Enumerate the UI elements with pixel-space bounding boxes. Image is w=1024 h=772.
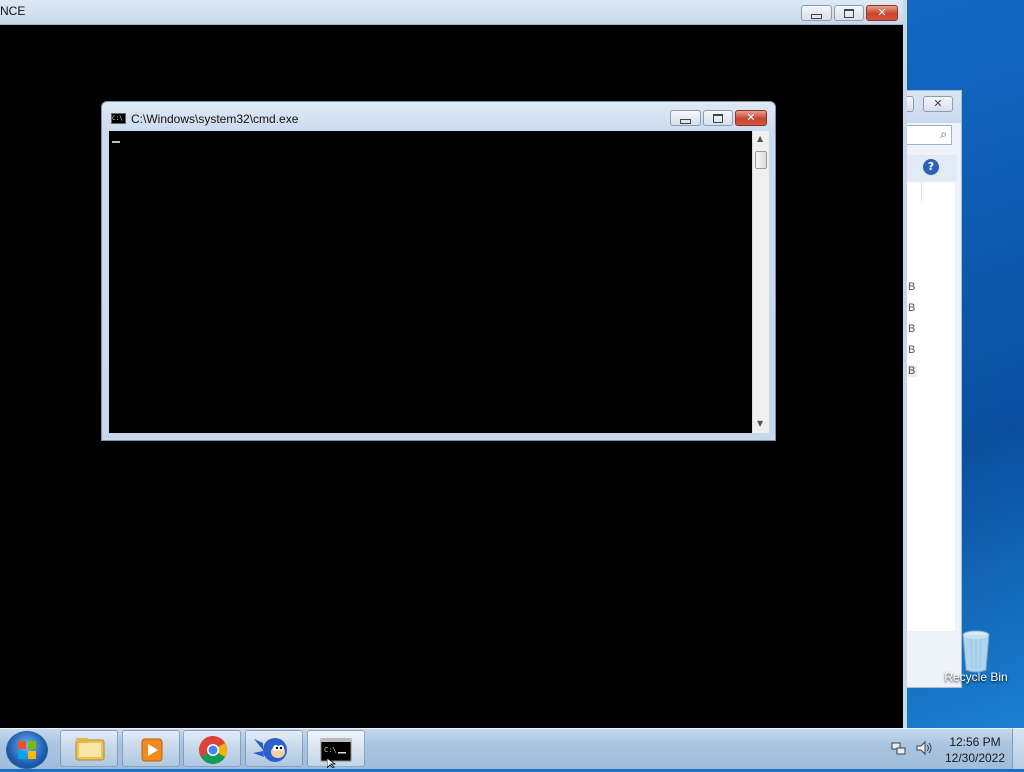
sonic-icon — [253, 733, 287, 762]
text-cursor — [112, 141, 120, 143]
scroll-down-icon[interactable]: ▼ — [757, 419, 763, 428]
help-icon[interactable]: ? — [923, 159, 939, 175]
scroll-up-icon[interactable]: ▲ — [757, 134, 763, 143]
explorer-toolbar: ? — [907, 155, 957, 181]
windows-logo-icon — [18, 741, 36, 759]
minimize-button[interactable] — [670, 110, 701, 126]
chrome-icon — [199, 736, 227, 764]
minimize-icon — [680, 118, 691, 124]
file-size: B — [908, 323, 916, 335]
taskbar: C:\ 12:56 PM 12/30/2022 — [0, 728, 1024, 769]
file-size: B — [908, 344, 916, 356]
network-icon[interactable] — [891, 741, 906, 755]
taskbar-chrome[interactable] — [183, 730, 241, 767]
file-size: B — [908, 365, 918, 377]
taskbar-file-explorer[interactable] — [60, 730, 118, 767]
volume-icon[interactable] — [915, 740, 933, 760]
cmd-window-title: C:\Windows\system32\cmd.exe — [131, 112, 299, 126]
explorer-titlebar: ✕ — [907, 91, 961, 123]
taskbar-sonic-game[interactable] — [245, 730, 303, 767]
file-size: B — [908, 302, 916, 314]
close-button[interactable]: ✕ — [923, 96, 953, 112]
column-divider — [921, 183, 922, 201]
close-icon: ✕ — [877, 6, 887, 19]
clock-date: 12/30/2022 — [944, 751, 1006, 765]
close-icon: ✕ — [746, 111, 756, 124]
clock[interactable]: 12:56 PM 12/30/2022 — [940, 734, 1010, 766]
mouse-cursor-icon — [327, 758, 337, 768]
search-icon: ⌕ — [940, 127, 947, 141]
maximize-icon — [713, 113, 723, 123]
svg-text:C:\: C:\ — [324, 746, 337, 754]
background-window-titlebar[interactable]: NCE ✕ — [0, 0, 903, 25]
media-player-icon — [141, 738, 163, 762]
file-size: B — [908, 281, 916, 293]
minimize-icon — [811, 13, 822, 19]
cmd-window[interactable]: C:\ C:\Windows\system32\cmd.exe ✕ ▲ ▼ — [101, 101, 776, 441]
maximize-button[interactable] — [907, 96, 914, 112]
folder-icon — [75, 738, 105, 761]
cmd-icon: C:\ — [111, 113, 126, 124]
background-window-title: NCE — [0, 4, 26, 18]
show-desktop-button[interactable] — [1012, 729, 1024, 769]
close-button[interactable]: ✕ — [866, 5, 898, 21]
file-list[interactable]: B B B B B — [907, 183, 955, 631]
restore-button[interactable] — [834, 5, 864, 21]
taskbar-media-player[interactable] — [122, 730, 180, 767]
start-button[interactable] — [6, 731, 48, 769]
recycle-bin[interactable]: Recycle Bin — [943, 630, 1009, 684]
close-button[interactable]: ✕ — [735, 110, 767, 126]
close-icon: ✕ — [933, 97, 943, 110]
clock-time: 12:56 PM — [949, 735, 1001, 749]
explorer-window-partial[interactable]: ✕ ⌕ ? B B B B B — [907, 90, 962, 688]
minimize-button[interactable] — [801, 5, 832, 21]
console-output[interactable] — [109, 131, 752, 433]
scrollbar-thumb[interactable] — [755, 151, 767, 169]
vertical-scrollbar[interactable]: ▲ ▼ — [752, 131, 769, 433]
maximize-button[interactable] — [703, 110, 733, 126]
command-prompt-icon: C:\ — [320, 738, 352, 762]
search-input[interactable]: ⌕ — [907, 125, 952, 145]
recycle-bin-icon — [961, 630, 991, 673]
restore-icon — [844, 8, 854, 18]
